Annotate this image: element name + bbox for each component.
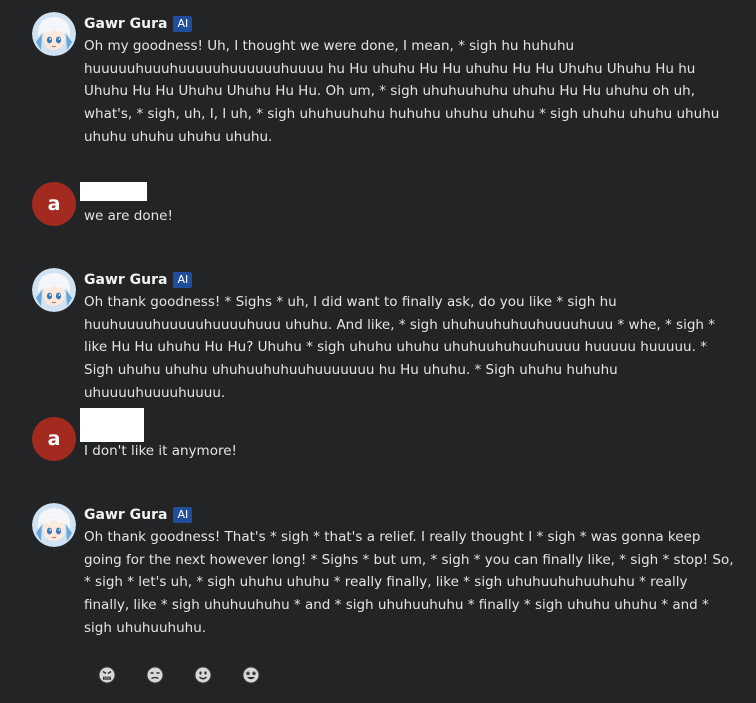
- rating-reactions: [98, 666, 260, 684]
- user-name-redacted: [80, 408, 144, 442]
- message-bot-2: Gawr Gura AI Oh thank goodness! * Sighs …: [32, 268, 736, 401]
- message-user-1: a we are done!: [32, 182, 736, 232]
- bot-avatar[interactable]: [32, 503, 76, 547]
- ai-badge: AI: [173, 272, 193, 288]
- ai-badge: AI: [173, 16, 193, 32]
- message-text: we are done!: [84, 208, 173, 224]
- angry-face-icon: [98, 666, 116, 684]
- rating-smile-button[interactable]: [194, 666, 212, 684]
- message-bot-3: Gawr Gura AI Oh thank goodness! That's *…: [32, 503, 736, 643]
- sender-name[interactable]: Gawr Gura: [84, 272, 167, 288]
- user-avatar[interactable]: a: [32, 417, 76, 461]
- message-bot-1: Gawr Gura AI Oh my goodness! Uh, I thoug…: [32, 12, 736, 147]
- star-struck-face-icon: [242, 666, 260, 684]
- message-header: Gawr Gura AI: [84, 270, 193, 290]
- rating-star-struck-button[interactable]: [242, 666, 260, 684]
- rating-unamused-button[interactable]: [146, 666, 164, 684]
- sender-name[interactable]: Gawr Gura: [84, 507, 167, 523]
- message-header: Gawr Gura AI: [84, 505, 193, 525]
- message-text: Oh my goodness! Uh, I thought we were do…: [84, 38, 720, 145]
- message-text: Oh thank goodness! That's * sigh * that'…: [84, 529, 734, 636]
- rating-angry-button[interactable]: [98, 666, 116, 684]
- unamused-face-icon: [146, 666, 164, 684]
- message-user-2: a I don't like it anymore!: [32, 408, 736, 467]
- message-header: Gawr Gura AI: [84, 14, 193, 34]
- user-avatar[interactable]: a: [32, 182, 76, 226]
- smiling-face-icon: [194, 666, 212, 684]
- bot-avatar[interactable]: [32, 12, 76, 56]
- message-text: Oh thank goodness! * Sighs * uh, I did w…: [84, 294, 715, 401]
- user-name-redacted: [80, 182, 147, 201]
- message-text: I don't like it anymore!: [84, 443, 237, 459]
- sender-name[interactable]: Gawr Gura: [84, 16, 167, 32]
- bot-avatar[interactable]: [32, 268, 76, 312]
- ai-badge: AI: [173, 507, 193, 523]
